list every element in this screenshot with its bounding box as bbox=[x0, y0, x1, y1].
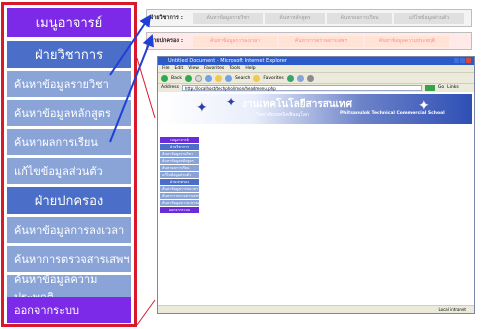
page: เมนูอาจารย์ ฝ่ายวิชาการ ค้นหาข้อมูลรายวิ… bbox=[0, 0, 488, 329]
annotation-arrows bbox=[109, 14, 156, 326]
arrow-to-academic-strip bbox=[109, 14, 152, 76]
arrow-to-discipline-strip bbox=[109, 34, 154, 143]
arrow-to-window-bottom bbox=[136, 299, 156, 326]
arrow-to-window-top bbox=[136, 57, 156, 119]
